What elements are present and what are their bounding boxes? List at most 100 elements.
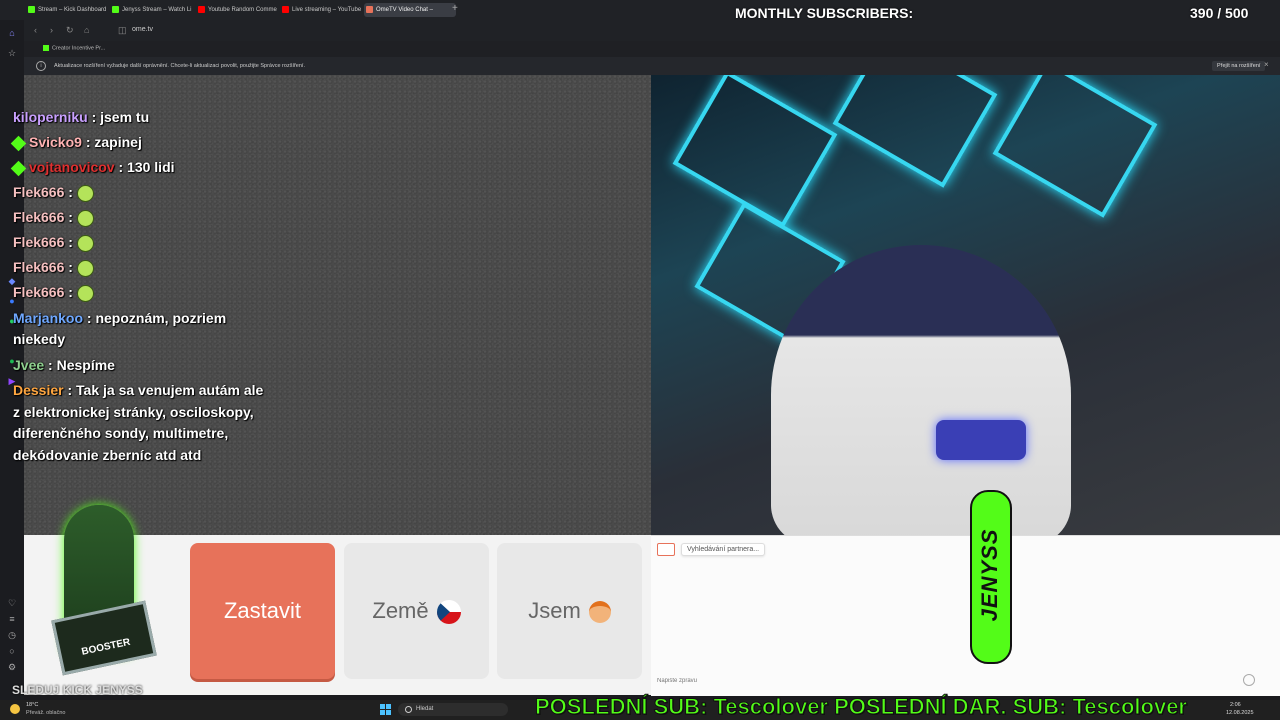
browser-tab-bar: Stream – Kick Dashboard Jenyss Stream – … [0, 0, 1280, 20]
gender-button[interactable]: Jsem [497, 543, 642, 679]
chat-message: Marjankoo : nepoznám, pozriem [13, 310, 226, 326]
latest-sub-ticker: POSLEDNÍ SUB: Tescolover POSLEDNÍ DAR. S… [535, 694, 1188, 720]
go-to-extensions-button[interactable]: Přejít na rozšíření [1212, 61, 1266, 71]
extension-notice: i Aktualizace rozšíření vyžaduje další o… [24, 57, 1280, 76]
chat-username: Flek666 [13, 209, 65, 225]
close-icon[interactable]: × [1264, 60, 1269, 69]
home-icon[interactable]: ⌂ [84, 25, 89, 35]
chat-message: Flek666 : [13, 184, 94, 202]
emote-icon [76, 234, 94, 252]
url-field[interactable]: ome.tv [132, 26, 153, 33]
tab-jenyss-stream[interactable]: Jenyss Stream – Watch Li [110, 3, 204, 17]
bulb-icon[interactable]: ○ [7, 646, 17, 656]
booster-caption: SLEDUJ KICK JENYSS [12, 683, 143, 697]
notice-text: Aktualizace rozšíření vyžaduje další opr… [54, 63, 305, 69]
country-button[interactable]: Země [344, 543, 489, 679]
chat-username: Dessier [13, 382, 64, 398]
star-icon[interactable]: ☆ [7, 48, 17, 58]
chat-message: niekedy [13, 331, 65, 347]
kick-badge-icon [10, 135, 27, 152]
chat-message: diferenčného sondy, multimetre, [13, 425, 228, 441]
jenyss-logo: JENYSS [970, 490, 1012, 664]
chat-message: Flek666 : [13, 234, 94, 252]
heart-icon[interactable]: ♡ [7, 598, 17, 608]
chat-text: : [64, 259, 73, 275]
chat-text: : zapinej [81, 134, 142, 150]
chat-text: diferenčného sondy, multimetre, [13, 425, 229, 441]
bookmarks-bar: Creator Incentive Pr... [24, 41, 1280, 57]
chat-username: Marjankoo [13, 310, 84, 326]
weather-icon[interactable] [10, 704, 20, 714]
ometv-logo-icon [657, 543, 675, 556]
tab-kick-dashboard[interactable]: Stream – Kick Dashboard [26, 3, 118, 17]
chat-message: z elektronickej stránky, osciloskopy, [13, 404, 254, 420]
weather-desc: Převáž. oblačno [26, 710, 66, 716]
chat-message: kiloperniku : jsem tu [13, 109, 149, 125]
reload-icon[interactable]: ↻ [66, 25, 74, 36]
address-bar: ‹ › ↻ ⌂ ◫ ome.tv [24, 20, 1280, 41]
led-panel [672, 75, 838, 228]
partner-search-status: Vyhledávání partnera... [681, 543, 766, 556]
subs-goal-title: MONTHLY SUBSCRIBERS: [735, 5, 914, 21]
chat-text: : 130 lidi [114, 159, 175, 175]
chat-message: Flek666 : [13, 209, 94, 227]
bookmark-creator-incentive[interactable]: Creator Incentive Pr... [43, 45, 105, 51]
chat-message: Flek666 : [13, 259, 94, 277]
settings-icon[interactable]: ⚙ [7, 662, 17, 672]
kick-badge-icon [10, 160, 27, 177]
site-info-icon[interactable]: ◫ [118, 25, 127, 36]
chat-text: : jsem tu [87, 109, 150, 125]
emote-icon [76, 259, 94, 277]
self-camera-video [651, 75, 1280, 535]
emote-icon [76, 209, 94, 227]
chat-text: : [64, 284, 73, 300]
taskbar-search[interactable]: Hledat [398, 703, 508, 716]
windows-start-icon[interactable] [380, 704, 391, 715]
youtube-icon [282, 6, 289, 13]
new-tab-icon[interactable]: + [452, 3, 458, 15]
emoji-icon[interactable] [1243, 674, 1255, 686]
home-icon[interactable]: ⌂ [7, 28, 17, 38]
booster-avatar: BOOSTER [36, 495, 166, 685]
tab-youtube-live[interactable]: Live streaming – YouTube [280, 3, 372, 17]
tab-ometv[interactable]: OmeTV Video Chat – [364, 3, 456, 17]
stop-button[interactable]: Zastavit [190, 543, 335, 679]
emote-icon [76, 184, 94, 202]
chat-username: kiloperniku [13, 109, 88, 125]
tab-youtube-random[interactable]: Youtube Random Comme [196, 3, 290, 17]
back-icon[interactable]: ‹ [34, 25, 37, 35]
chat-text: : [64, 184, 73, 200]
forward-icon[interactable]: › [50, 25, 53, 35]
chat-username: Flek666 [13, 284, 65, 300]
led-panel [832, 75, 998, 188]
chat-text: z elektronickej stránky, osciloskopy, [13, 404, 254, 420]
chat-text: niekedy [13, 331, 66, 347]
kick-icon [43, 45, 49, 51]
clock-date[interactable]: 12.08.2025 [1226, 710, 1254, 716]
chat-message: Dessier : Tak ja sa venujem autám ale [13, 382, 263, 398]
chat-username: Jvee [13, 357, 45, 373]
history-icon[interactable]: ≡ [7, 614, 17, 624]
chat-username: vojtanovicov [29, 159, 115, 175]
chat-message: Flek666 : [13, 284, 94, 302]
chat-text: dekódovanie zberníc atd atd [13, 447, 202, 463]
ometv-chat-panel: Vyhledávání partnera... [651, 535, 1280, 696]
clock-icon[interactable]: ◷ [7, 630, 17, 640]
chat-text: : nepoznám, pozriem [83, 310, 227, 326]
start-quad [386, 710, 391, 715]
start-quad [386, 704, 391, 709]
youtube-icon [198, 6, 205, 13]
kick-icon [28, 6, 35, 13]
person-silhouette [771, 245, 1071, 535]
message-input[interactable] [655, 674, 1259, 688]
weather-temp: 18°C [26, 702, 39, 708]
czech-flag-icon [436, 600, 461, 625]
clock-time[interactable]: 2:06 [1230, 702, 1241, 708]
microphone [936, 420, 1026, 460]
start-quad [380, 710, 385, 715]
chat-message: vojtanovicov : 130 lidi [10, 159, 175, 177]
chat-text: : [64, 234, 73, 250]
kick-icon [112, 6, 119, 13]
chat-message: Svicko9 : zapinej [10, 134, 142, 152]
chat-username: Flek666 [13, 234, 65, 250]
